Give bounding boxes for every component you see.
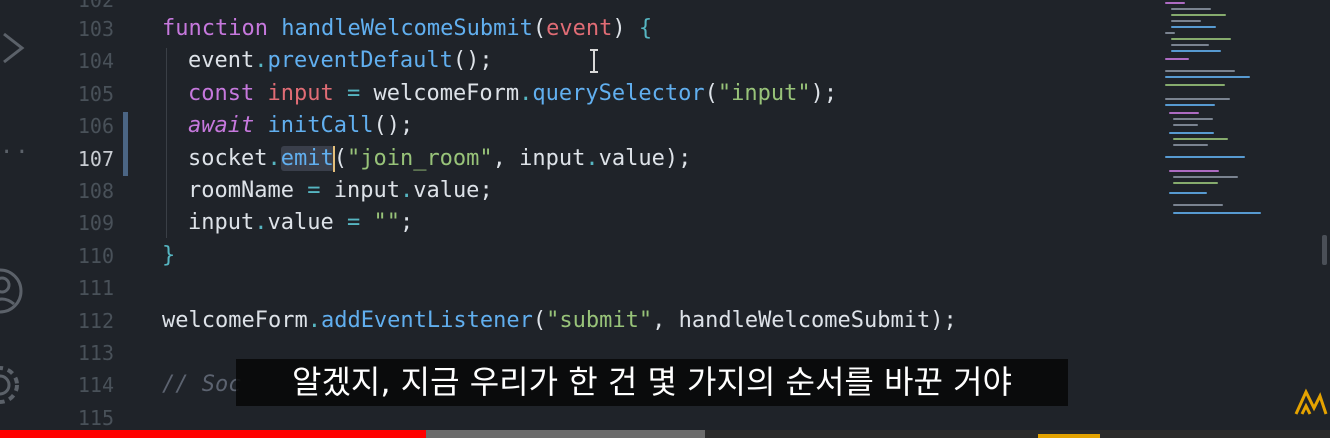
code-line-110: } xyxy=(162,243,176,268)
code-line-114: // Soc xyxy=(162,372,242,397)
channel-logo-icon xyxy=(1294,386,1328,420)
vertical-scrollbar[interactable] xyxy=(1318,0,1330,430)
code-line-112: welcomeForm.addEventListener("submit", h… xyxy=(162,308,957,333)
line-number: 114 xyxy=(77,373,114,397)
line-number-gutter: 102 103 104 105 106 107 108 109 110 111 … xyxy=(46,0,136,430)
indent-guide xyxy=(166,48,167,238)
ellipsis-icon[interactable]: ·· xyxy=(0,140,31,165)
code-line-105: const input = welcomeForm.querySelector(… xyxy=(188,81,838,106)
line-number: 112 xyxy=(77,309,114,333)
line-number: 113 xyxy=(77,341,114,365)
gear-icon[interactable] xyxy=(0,360,26,414)
line-number-active: 107 xyxy=(77,147,114,171)
minimap[interactable] xyxy=(1165,0,1305,240)
line-number: 105 xyxy=(77,82,114,106)
account-icon[interactable] xyxy=(0,266,26,320)
ibeam-cursor-icon xyxy=(588,48,600,79)
line-number: 108 xyxy=(77,179,114,203)
video-progress-played[interactable] xyxy=(0,430,426,438)
chevron-right-icon[interactable] xyxy=(0,28,30,72)
code-line-109: input.value = ""; xyxy=(188,210,414,235)
scrollbar-thumb[interactable] xyxy=(1322,235,1327,265)
code-line-108: roomName = input.value; xyxy=(188,178,493,203)
video-progress-marker xyxy=(1038,434,1100,438)
video-subtitle: 알겠지, 지금 우리가 한 건 몇 가지의 순서를 바꾼 거야 xyxy=(236,359,1068,406)
line-number: 109 xyxy=(77,211,114,235)
code-line-103: function handleWelcomeSubmit(event) { xyxy=(162,16,653,41)
line-number: 106 xyxy=(77,114,114,138)
line-number: 110 xyxy=(77,244,114,268)
git-change-marker xyxy=(123,112,128,176)
code-line-107: socket.emit("join_room", input.value); xyxy=(188,146,692,172)
activity-bar: ·· xyxy=(0,0,46,438)
line-number: 104 xyxy=(77,49,114,73)
line-number: 111 xyxy=(77,276,114,300)
code-line-104: event.preventDefault(); xyxy=(188,48,493,73)
code-line-106: await initCall(); xyxy=(188,113,414,138)
line-number: 103 xyxy=(77,17,114,41)
